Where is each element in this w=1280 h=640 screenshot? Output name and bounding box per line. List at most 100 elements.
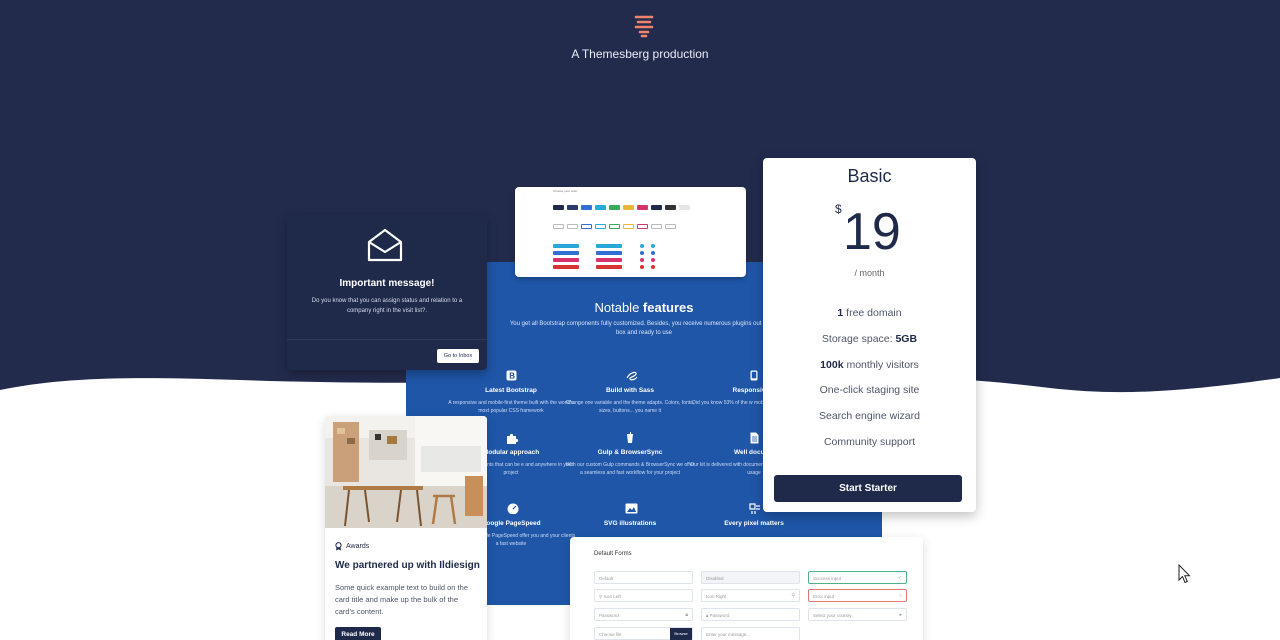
default-forms-card: Default Forms Default Disabled Success i…	[570, 537, 923, 640]
solid-buttons-row	[553, 205, 704, 210]
color-swatch	[637, 205, 648, 210]
color-swatch	[595, 205, 606, 210]
currency-symbol: $	[835, 202, 842, 216]
gulp-icon	[625, 432, 636, 443]
image-icon	[625, 503, 637, 514]
country-select[interactable]: Select your country ▸	[808, 608, 907, 621]
social-icon-button	[651, 258, 655, 262]
start-starter-button[interactable]: Start Starter	[774, 475, 962, 502]
plan-feature: 100k monthly visitors	[820, 358, 919, 371]
color-swatch	[567, 205, 578, 210]
message-card: Important message! Do you know that you …	[287, 214, 487, 370]
puzzle-icon	[506, 432, 518, 444]
outline-swatch	[609, 224, 620, 229]
outline-swatch	[553, 224, 564, 229]
blog-card: Awards We partnered up with Ildiesign So…	[325, 416, 487, 640]
file-input[interactable]: Choose file Browse	[594, 627, 693, 640]
social-button	[553, 265, 579, 269]
color-swatch	[651, 205, 662, 210]
feature-item: SVG illustrations	[565, 503, 695, 532]
feature-item: Gulp & BrowserSync With our custom Gulp …	[565, 432, 695, 477]
blog-text: Some quick example text to build on the …	[335, 583, 468, 616]
social-button	[596, 258, 622, 262]
message-title: Important message!	[339, 278, 435, 289]
social-button	[553, 258, 579, 262]
feature-desc: A responsive and mobile-first theme buil…	[448, 400, 574, 414]
message-textarea[interactable]: Enter your message...	[701, 627, 800, 640]
password-input-left-icon[interactable]: 🔒︎ Password	[701, 608, 800, 621]
error-icon: ○	[898, 593, 902, 599]
social-icon-button	[640, 265, 644, 269]
pricing-card: Basic $ 19 / month 1 free domain Storage…	[763, 158, 976, 512]
password-input[interactable]: Password 🔒︎	[594, 608, 693, 621]
feature-title: Every pixel matters	[724, 520, 784, 527]
buttons-preview-card: Choose your color	[515, 187, 746, 277]
divider	[287, 339, 487, 340]
outline-swatch	[581, 224, 592, 229]
color-swatch	[693, 205, 704, 210]
plan-feature: Search engine wizard	[819, 410, 920, 423]
social-button	[553, 244, 579, 248]
sass-icon	[625, 370, 638, 381]
plan-features-list: 1 free domain Storage space: 5GB 100k mo…	[763, 307, 976, 462]
document-icon	[749, 432, 760, 444]
color-swatch	[609, 205, 620, 210]
outline-swatch	[595, 224, 606, 229]
plan-feature: Community support	[823, 435, 916, 448]
envelope-open-icon	[367, 228, 403, 262]
outline-swatch	[623, 224, 634, 229]
feature-desc: Change one variable and the theme adapts…	[565, 400, 695, 414]
color-swatch	[623, 205, 634, 210]
icon-right-input[interactable]: Icon Right ⚲	[701, 589, 800, 602]
pixel-icon	[748, 503, 760, 514]
social-icon-button	[651, 265, 655, 269]
feature-title: Build with Sass	[605, 387, 655, 394]
social-button	[596, 251, 622, 255]
social-button	[596, 265, 622, 269]
bootstrap-icon: B	[506, 370, 517, 381]
social-button	[596, 244, 622, 248]
search-icon: ⚲	[791, 593, 795, 599]
social-icon-button	[651, 244, 655, 248]
color-swatch	[679, 205, 690, 210]
feature-desc: With our custom Gulp commands & BrowserS…	[565, 462, 695, 476]
outline-swatch	[651, 224, 662, 229]
social-icon-button	[640, 251, 644, 255]
blog-title[interactable]: We partnered up with Ildiesign	[335, 560, 480, 571]
outline-swatch	[637, 224, 648, 229]
social-icon-button	[640, 244, 644, 248]
color-swatch	[581, 205, 592, 210]
plan-feature: One-click staging site	[819, 384, 920, 397]
go-to-inbox-button[interactable]: Go to Inbox	[437, 349, 479, 363]
svg-text:B: B	[509, 372, 515, 381]
outline-swatch	[665, 224, 676, 229]
default-input[interactable]: Default	[594, 571, 693, 584]
message-text: Do you know that you can assign status a…	[311, 298, 463, 314]
social-icon-button	[651, 251, 655, 255]
feature-title: Gulp & BrowserSync	[597, 449, 663, 456]
themesberg-logo-icon[interactable]	[633, 14, 655, 38]
outline-buttons-row	[553, 224, 676, 229]
tagline: A Themesberg production	[571, 47, 709, 61]
disabled-input: Disabled	[701, 571, 800, 584]
browse-button[interactable]: Browse	[670, 628, 692, 640]
plan-feature: Storage space: 5GB	[821, 332, 918, 345]
lock-icon: 🔒︎	[685, 612, 688, 618]
price-period: / month	[854, 268, 885, 278]
mobile-icon	[749, 370, 760, 381]
chevron-down-icon: ▸	[899, 612, 902, 618]
color-swatch	[665, 205, 676, 210]
speedometer-icon	[506, 503, 518, 515]
feature-item: B Latest Bootstrap A responsive and mobi…	[446, 370, 576, 415]
awards-badge: Awards	[335, 542, 369, 551]
price-amount: 19	[843, 203, 901, 261]
check-icon: ✓	[897, 575, 902, 581]
color-swatch	[553, 205, 564, 210]
error-input[interactable]: Error input ○	[808, 589, 907, 602]
outline-swatch	[567, 224, 578, 229]
forms-title: Default Forms	[594, 551, 632, 557]
read-more-button[interactable]: Read More	[335, 627, 381, 640]
social-button	[553, 251, 579, 255]
success-input[interactable]: Success input ✓	[808, 571, 907, 584]
icon-left-input[interactable]: ⚲ Icon Left	[594, 589, 693, 602]
